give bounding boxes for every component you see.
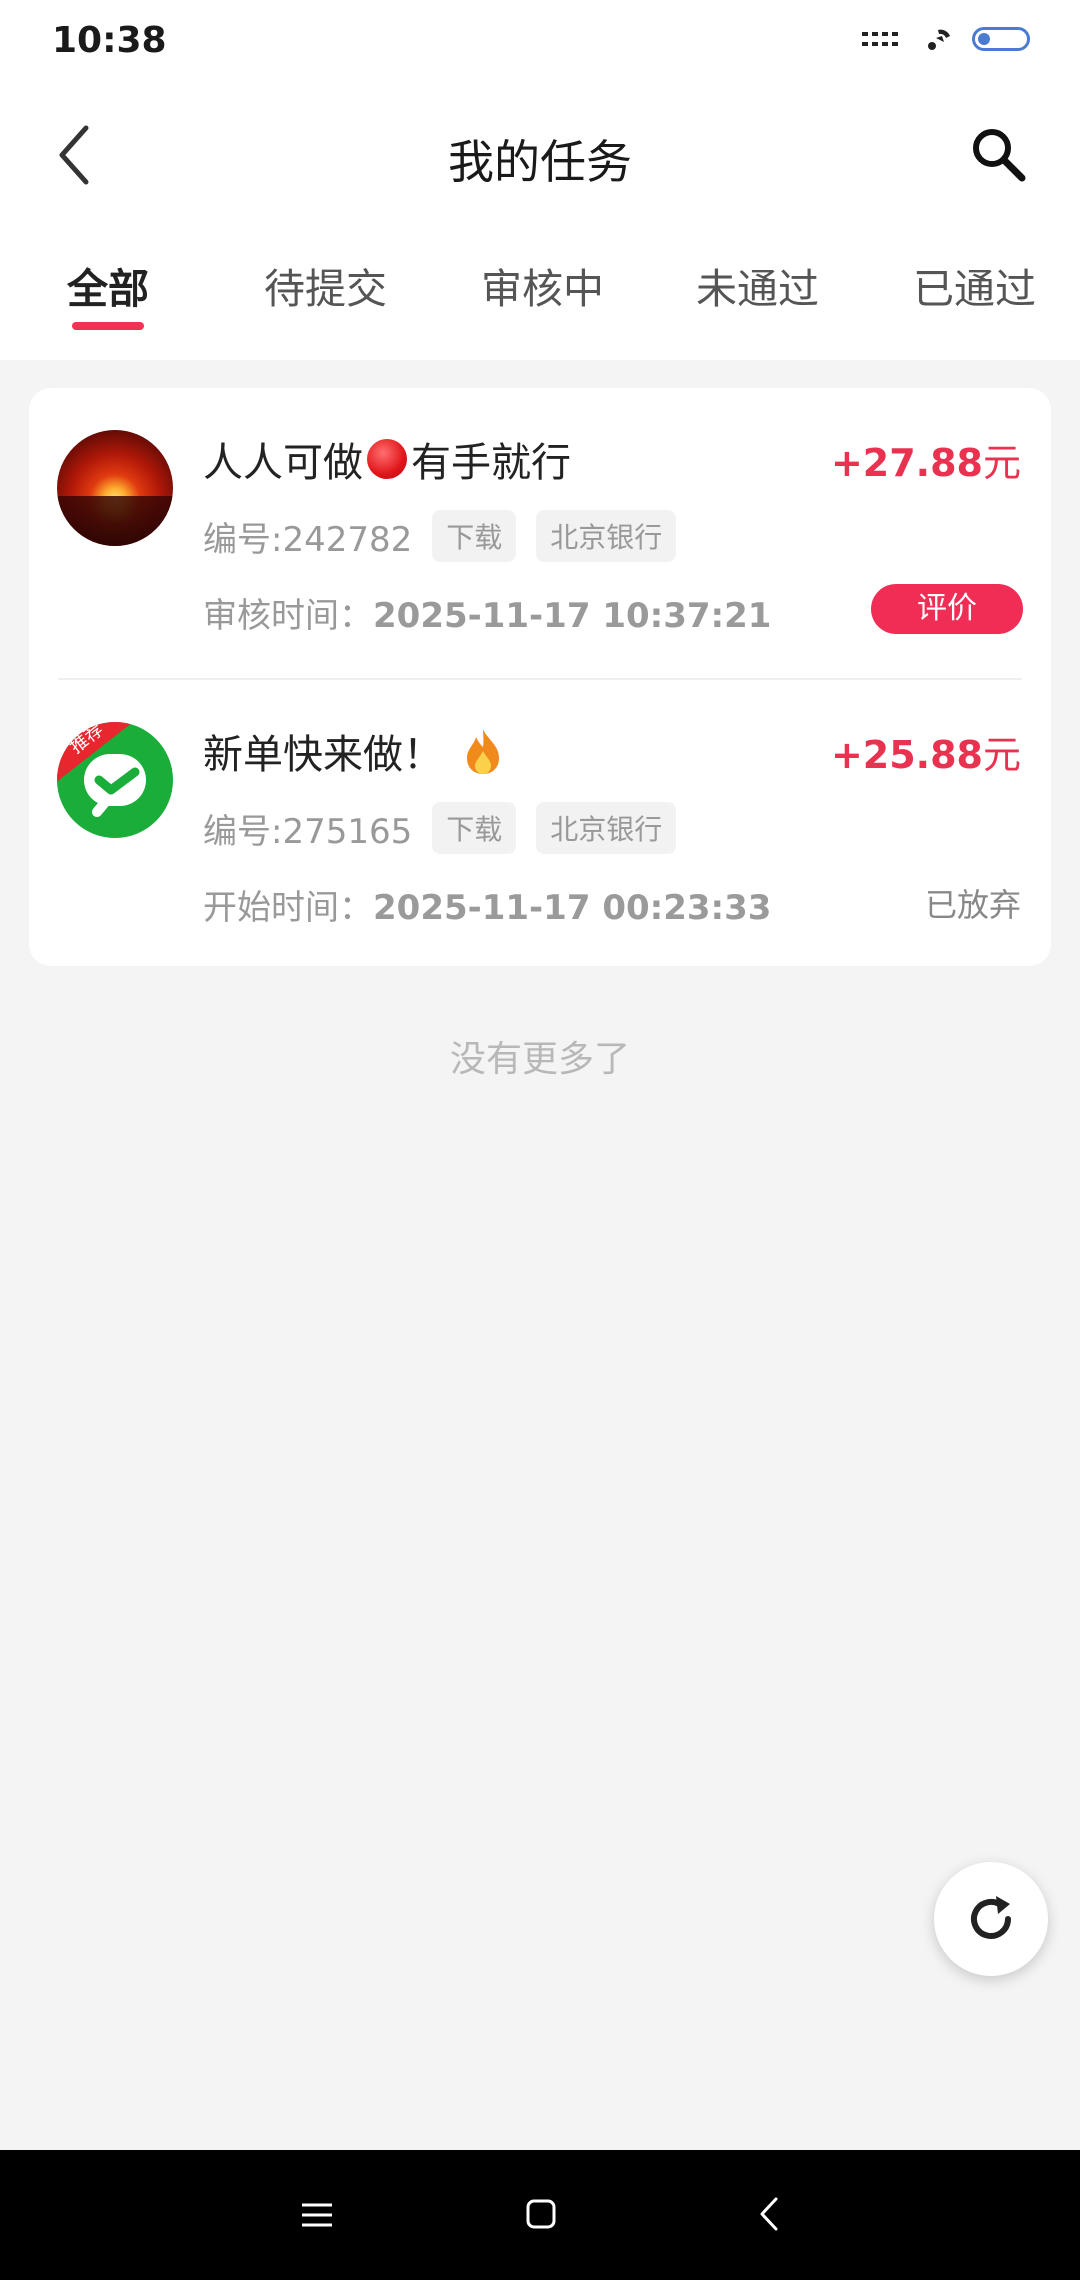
task-avatar-wechat: 推荐 xyxy=(57,722,173,838)
status-icons xyxy=(862,26,1030,52)
status-bar: 10:38 xyxy=(0,0,1080,90)
tab-bar: 全部 待提交 审核中 未通过 已通过 xyxy=(0,255,1080,335)
time-label: 开始时间： xyxy=(203,888,373,928)
menu-icon[interactable] xyxy=(300,2200,334,2230)
time-value: 2025-11-17 00:23:33 xyxy=(373,888,772,928)
price-unit: 元 xyxy=(982,441,1021,485)
page-title: 我的任务 xyxy=(448,135,632,189)
back-icon[interactable] xyxy=(758,2196,780,2232)
home-icon[interactable] xyxy=(524,2197,558,2231)
task-price: +25.88元 xyxy=(831,724,1021,779)
tab-reviewing[interactable]: 审核中 xyxy=(481,255,604,315)
task-code: 编号:275165 xyxy=(203,811,413,852)
task-title: 新单快来做！ xyxy=(203,722,505,780)
system-nav-bar xyxy=(0,2150,1080,2280)
task-time: 审核时间：2025-11-17 10:37:21 xyxy=(203,588,771,637)
status-time: 10:38 xyxy=(52,20,167,61)
task-avatar-sunset xyxy=(57,430,173,546)
rate-button[interactable]: 评价 xyxy=(871,584,1023,634)
time-label: 审核时间： xyxy=(203,596,373,636)
active-tab-indicator xyxy=(72,322,144,330)
red-circle-icon xyxy=(367,439,407,479)
time-value: 2025-11-17 10:37:21 xyxy=(373,596,772,636)
tab-approved[interactable]: 已通过 xyxy=(913,255,1036,315)
price-unit: 元 xyxy=(982,733,1021,777)
battery-icon xyxy=(972,27,1030,51)
search-icon[interactable] xyxy=(968,124,1028,184)
tab-all[interactable]: 全部 xyxy=(67,255,149,315)
fire-icon xyxy=(467,729,499,774)
refresh-icon xyxy=(971,1896,1011,1939)
task-title-text: 新单快来做！ xyxy=(203,732,443,778)
tab-rejected[interactable]: 未通过 xyxy=(696,255,819,315)
task-code: 编号:242782 xyxy=(203,519,413,560)
price-value: +25.88 xyxy=(830,733,983,777)
wifi-icon xyxy=(928,29,950,50)
task-item[interactable]: 人人可做 有手就行 +27.88元 编号:242782 下载 北京银行 审核时间… xyxy=(29,388,1051,680)
task-tag: 北京银行 xyxy=(536,802,677,854)
task-title-text: 人人可做 xyxy=(203,440,363,486)
task-status: 已放弃 xyxy=(924,886,1021,924)
task-tag: 北京银行 xyxy=(536,510,677,562)
tab-pending-submit[interactable]: 待提交 xyxy=(264,255,387,315)
refresh-button[interactable] xyxy=(934,1862,1048,1976)
task-tag: 下载 xyxy=(432,510,517,562)
header-bar: 我的任务 xyxy=(0,90,1080,220)
task-meta: 编号:275165 下载 北京银行 xyxy=(203,802,677,854)
no-more-text: 没有更多了 xyxy=(449,1039,630,1080)
task-meta: 编号:242782 下载 北京银行 xyxy=(203,510,677,562)
signal-icon xyxy=(862,32,898,46)
task-list-card: 人人可做 有手就行 +27.88元 编号:242782 下载 北京银行 审核时间… xyxy=(29,388,1051,966)
task-price: +27.88元 xyxy=(831,432,1021,487)
task-time: 开始时间：2025-11-17 00:23:33 xyxy=(203,880,771,929)
task-item[interactable]: 推荐 新单快来做！ +25.88元 编号:275165 下载 北京银行 开始时间… xyxy=(29,680,1051,970)
task-title-text-2: 有手就行 xyxy=(411,440,571,486)
task-title: 人人可做 有手就行 xyxy=(203,430,571,488)
task-tag: 下载 xyxy=(432,802,517,854)
price-value: +27.88 xyxy=(830,441,983,485)
